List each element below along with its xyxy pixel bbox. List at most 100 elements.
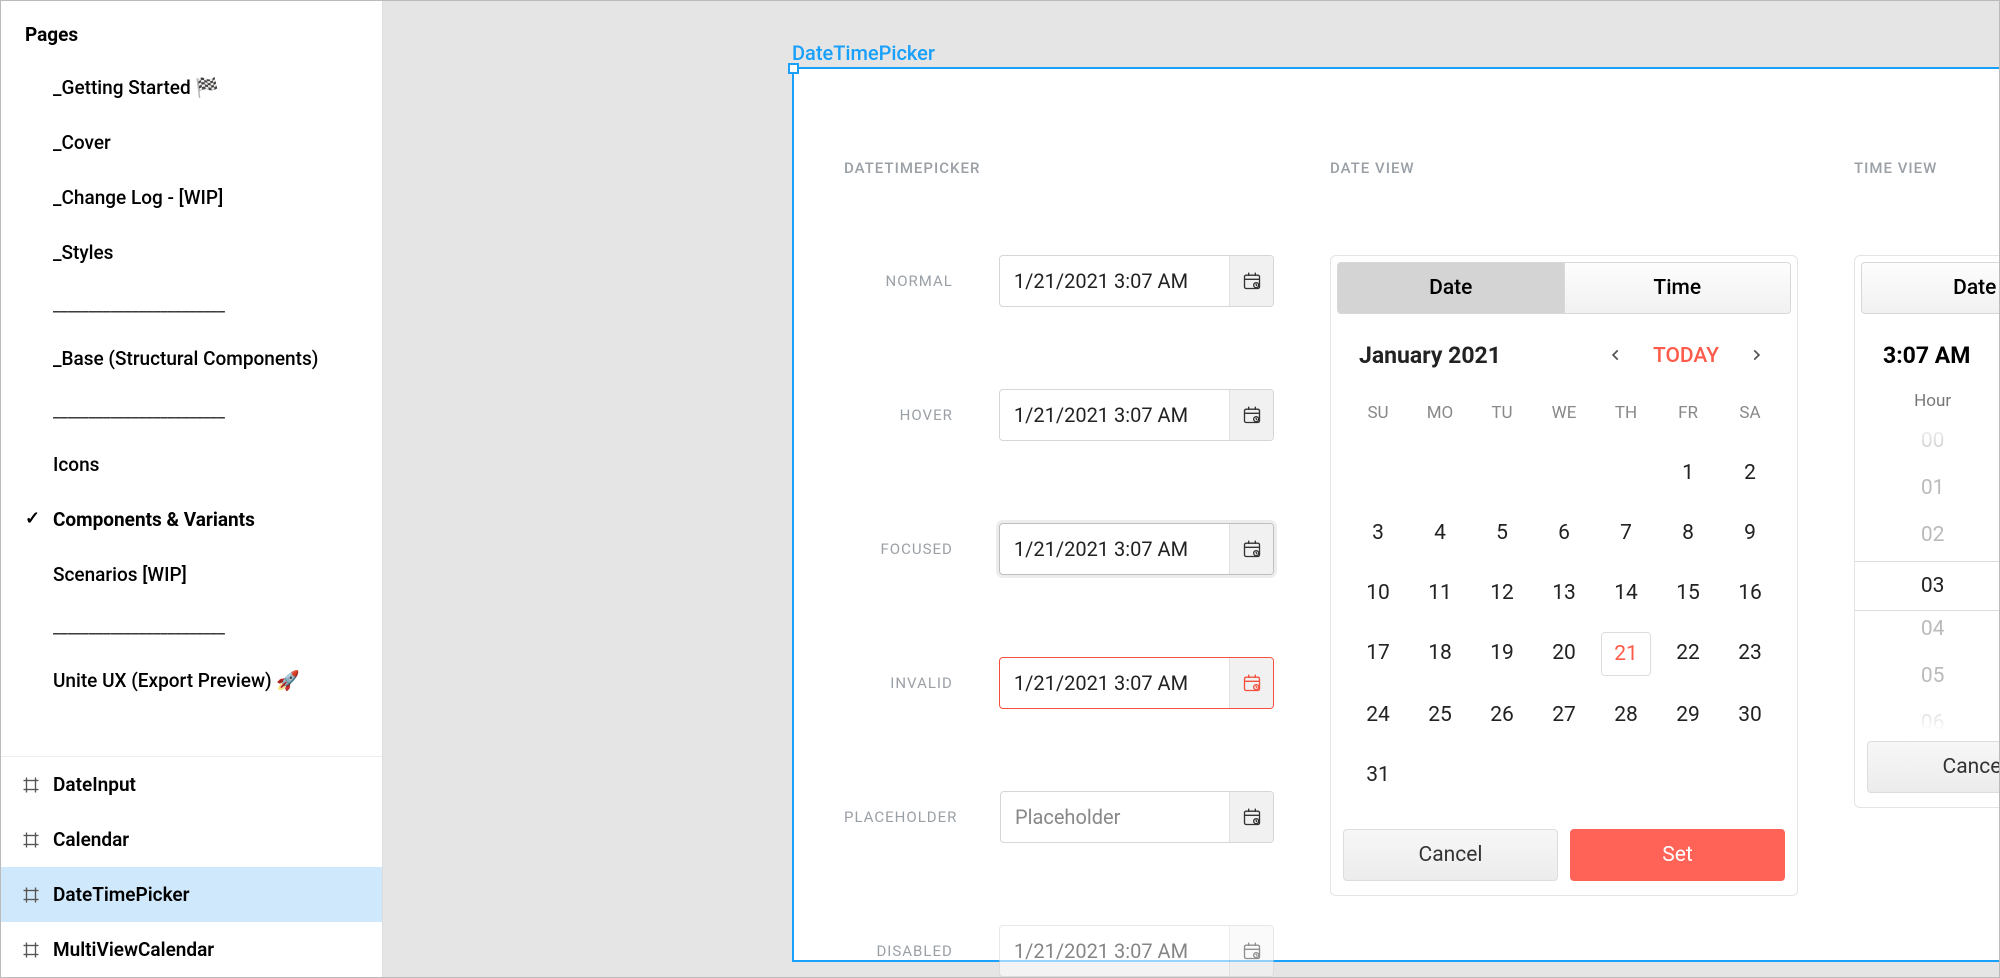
layer-item[interactable]: DateTimePicker (1, 867, 382, 922)
frame-datetimepicker[interactable]: DATETIMEPICKER NORMAL1/21/2021 3:07 AMHO… (792, 67, 1999, 962)
calendar-day-cell[interactable]: 18 (1409, 633, 1471, 675)
time-column-headers: Hour Minute AM/PM (1855, 385, 1999, 421)
calendar-day-cell[interactable]: 10 (1347, 573, 1409, 613)
hour-spinner[interactable]: 00 01 02 03 04 05 06 (1855, 421, 1999, 731)
datetimepicker-input[interactable]: Placeholder (1000, 791, 1274, 843)
cancel-button[interactable]: Cancel (1343, 829, 1558, 881)
datetimepicker-input[interactable]: 1/21/2021 3:07 AM (999, 523, 1274, 575)
calendar-day-cell[interactable]: 2 (1719, 453, 1781, 493)
calendar-day-cell[interactable]: 12 (1471, 573, 1533, 613)
layer-item[interactable]: MultiViewCalendar (1, 922, 382, 977)
calendar-month-label[interactable]: January 2021 (1359, 342, 1585, 369)
frame-label[interactable]: DateTimePicker (792, 41, 935, 65)
calendar-day-cell[interactable]: 3 (1347, 513, 1409, 553)
calendar-day-cell[interactable]: 19 (1471, 633, 1533, 675)
calendar-day-cell[interactable]: 22 (1657, 633, 1719, 675)
calendar-empty-cell (1471, 453, 1533, 493)
calendar-day-cell[interactable]: 9 (1719, 513, 1781, 553)
spinner-item[interactable]: 02 (1855, 523, 1999, 547)
calendar-day-cell[interactable]: 26 (1471, 695, 1533, 735)
calendar-day-cell[interactable]: 17 (1347, 633, 1409, 675)
layer-label: DateInput (53, 773, 136, 796)
page-item[interactable]: Icons (1, 437, 382, 492)
calendar-clock-icon[interactable] (1229, 390, 1273, 440)
calendar-day-cell[interactable]: 29 (1657, 695, 1719, 735)
page-item[interactable]: _Cover (1, 115, 382, 170)
page-item[interactable]: _Change Log - [WIP] (1, 170, 382, 225)
day-of-week-label: TH (1595, 393, 1657, 433)
calendar-day-cell[interactable]: 11 (1409, 573, 1471, 613)
frame-icon (21, 830, 41, 850)
calendar-day-cell[interactable]: 1 (1657, 453, 1719, 493)
calendar-day-cell[interactable]: 31 (1347, 755, 1409, 795)
state-label: FOCUSED (844, 540, 953, 558)
calendar-day-cell[interactable]: 4 (1409, 513, 1471, 553)
spinner-item[interactable]: 03 (1855, 570, 1999, 594)
state-label: INVALID (844, 674, 953, 692)
spinner-item[interactable]: 04 (1855, 617, 1999, 641)
calendar-day-cell[interactable]: 23 (1719, 633, 1781, 675)
day-of-week-label: SU (1347, 393, 1409, 433)
page-item[interactable]: Components & Variants (1, 492, 382, 547)
spinner-item[interactable]: 06 (1855, 711, 1999, 731)
spinner-item[interactable]: 05 (1855, 664, 1999, 688)
calendar-day-cell[interactable]: 15 (1657, 573, 1719, 613)
seg-time-button[interactable]: Time (1564, 262, 1792, 314)
datetimepicker-input[interactable]: 1/21/2021 3:07 AM (999, 657, 1274, 709)
page-item[interactable]: _Styles (1, 225, 382, 280)
datetimepicker-input[interactable]: 1/21/2021 3:07 AM (999, 255, 1274, 307)
spinner-item[interactable]: 00 (1855, 429, 1999, 453)
date-time-segmented: Date Time (1855, 256, 1999, 320)
seg-date-button[interactable]: Date (1861, 262, 1999, 314)
calendar-day-cell[interactable]: 24 (1347, 695, 1409, 735)
calendar-day-cell[interactable]: 27 (1533, 695, 1595, 735)
page-item[interactable]: _Getting Started 🏁 (1, 60, 382, 115)
frame-content: DATETIMEPICKER NORMAL1/21/2021 3:07 AMHO… (794, 69, 1999, 977)
calendar-day-cell[interactable]: 21 (1601, 632, 1651, 676)
calendar-clock-icon[interactable] (1229, 792, 1273, 842)
day-of-week-label: WE (1533, 393, 1595, 433)
calendar-day-cell[interactable]: 25 (1409, 695, 1471, 735)
spinner-item[interactable]: 01 (1855, 476, 1999, 500)
datetimepicker-input[interactable]: 1/21/2021 3:07 AM (999, 389, 1274, 441)
calendar-clock-icon[interactable] (1229, 256, 1273, 306)
canvas[interactable]: DateTimePicker DATETIMEPICKER NORMAL1/21… (383, 1, 1999, 977)
input-state-row: PLACEHOLDERPlaceholder (844, 791, 1274, 843)
datetimepicker-value: 1/21/2021 3:07 AM (1000, 390, 1229, 440)
seg-date-button[interactable]: Date (1337, 262, 1564, 314)
calendar-day-cell[interactable]: 5 (1471, 513, 1533, 553)
page-item[interactable]: _Base (Structural Components) (1, 331, 382, 386)
cancel-button[interactable]: Cancel (1867, 741, 1999, 793)
calendar-day-cell[interactable]: 30 (1719, 695, 1781, 735)
page-item[interactable]: Unite UX (Export Preview) 🚀 (1, 653, 382, 708)
calendar-grid: SUMOTUWETHFRSA12345678910111213141516171… (1331, 385, 1797, 819)
time-header: 3:07 AM NOW (1855, 320, 1999, 385)
col-time-view: TIME VIEW Date Time 3:07 AM NOW Hour Min (1854, 159, 1999, 977)
calendar-day-cell[interactable]: 7 (1595, 513, 1657, 553)
calendar-clock-icon[interactable] (1229, 524, 1273, 574)
calendar-day-cell[interactable]: 16 (1719, 573, 1781, 613)
calendar-day-cell[interactable]: 13 (1533, 573, 1595, 613)
state-label: HOVER (844, 406, 953, 424)
calendar-empty-cell (1347, 453, 1409, 493)
prev-month-button[interactable] (1603, 343, 1629, 368)
calendar-clock-icon[interactable] (1229, 658, 1273, 708)
col-datetimepicker: DATETIMEPICKER NORMAL1/21/2021 3:07 AMHO… (844, 159, 1274, 977)
layer-item[interactable]: DateInput (1, 757, 382, 812)
page-separator: ________________________ (1, 602, 382, 653)
calendar-empty-cell (1595, 755, 1657, 795)
calendar-day-cell[interactable]: 28 (1595, 695, 1657, 735)
calendar-day-cell[interactable]: 6 (1533, 513, 1595, 553)
datetimepicker-value: 1/21/2021 3:07 AM (1000, 524, 1229, 574)
state-label: DISABLED (844, 942, 953, 960)
set-button[interactable]: Set (1570, 829, 1785, 881)
today-button[interactable]: TODAY (1653, 344, 1719, 368)
calendar-day-cell[interactable]: 8 (1657, 513, 1719, 553)
calendar-empty-cell (1471, 755, 1533, 795)
resize-handle-tl[interactable] (788, 63, 799, 74)
calendar-day-cell[interactable]: 20 (1533, 633, 1595, 675)
layer-item[interactable]: Calendar (1, 812, 382, 867)
calendar-day-cell[interactable]: 14 (1595, 573, 1657, 613)
next-month-button[interactable] (1743, 343, 1769, 368)
page-item[interactable]: Scenarios [WIP] (1, 547, 382, 602)
